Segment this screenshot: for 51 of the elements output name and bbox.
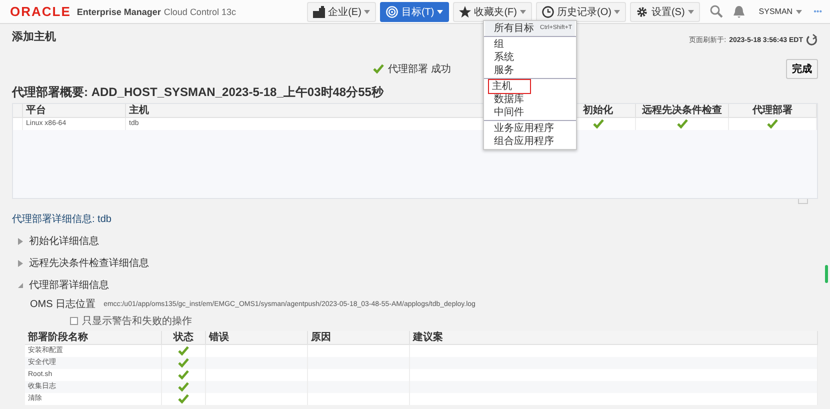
product-edition: Cloud Control 13c <box>164 6 236 16</box>
star-icon <box>459 6 472 18</box>
column-header: 原因 <box>308 331 410 345</box>
page-title: 添加主机 <box>12 30 56 44</box>
checkbox[interactable] <box>70 317 78 325</box>
menu-item[interactable]: 主机 <box>489 80 530 93</box>
column-header: 代理部署 <box>729 104 817 118</box>
section-title: 代理部署概要: ADD_HOST_SYSMAN_2023-5-18_上午03时48分55秒 <box>12 84 384 101</box>
menu-button[interactable]: 企业(E) <box>307 2 376 22</box>
menu-button[interactable]: 收藏夹(F) <box>453 2 532 22</box>
gear-icon <box>636 6 648 18</box>
caret-icon <box>796 10 802 14</box>
section-toggle[interactable]: 代理部署详细信息 <box>29 278 109 292</box>
menu-item[interactable]: 服务 <box>485 64 575 77</box>
product-name: Enterprise Manager <box>76 6 161 16</box>
caret-icon <box>614 10 620 14</box>
search-icon <box>710 5 723 18</box>
menu-item[interactable]: 组 <box>485 38 575 51</box>
menu-button[interactable]: 历史记录(O) <box>536 2 626 22</box>
status-message: 代理部署 成功 <box>388 62 451 76</box>
section-toggle[interactable]: 初始化详细信息 <box>29 234 99 248</box>
menu-item[interactable]: 业务应用程序 <box>485 122 575 135</box>
user-menu[interactable]: SYSMAN <box>758 7 793 16</box>
column-header: 错误 <box>206 331 308 345</box>
menu-item[interactable]: 组合应用程序 <box>485 135 575 148</box>
column-header: 远程先决条件检查 <box>636 104 729 118</box>
menu-item[interactable]: 数据库 <box>485 93 575 106</box>
section-toggle[interactable]: 远程先决条件检查详细信息 <box>29 256 149 270</box>
menu-button[interactable]: 设置(S) <box>630 2 700 22</box>
log-label: OMS 日志位置 <box>30 298 96 311</box>
caret-icon <box>437 10 444 14</box>
caret-icon <box>688 10 694 14</box>
scroll-indicator <box>825 265 828 283</box>
clock-icon <box>542 6 554 18</box>
menu-item[interactable]: 系统 <box>485 51 575 64</box>
column-header: 状态 <box>162 331 206 345</box>
column-header: 建议案 <box>410 331 818 345</box>
caret-icon <box>520 10 526 14</box>
done-button[interactable]: 完成 <box>786 59 818 79</box>
checkbox-label: 只显示警告和失败的操作 <box>82 314 192 328</box>
column-header: 平台 <box>23 104 126 118</box>
refresh-icon <box>806 34 818 46</box>
bell-icon <box>732 6 745 18</box>
target-icon <box>386 6 398 18</box>
column-header: 部署阶段名称 <box>25 331 162 345</box>
caret-icon <box>364 10 370 14</box>
menu-button[interactable]: 目标(T) <box>380 2 450 22</box>
collapse-handle[interactable] <box>798 199 808 204</box>
blocks-icon <box>313 6 326 18</box>
oracle-logo: ORACLE <box>10 4 71 19</box>
details-title: 代理部署详细信息: tdb <box>12 212 112 226</box>
